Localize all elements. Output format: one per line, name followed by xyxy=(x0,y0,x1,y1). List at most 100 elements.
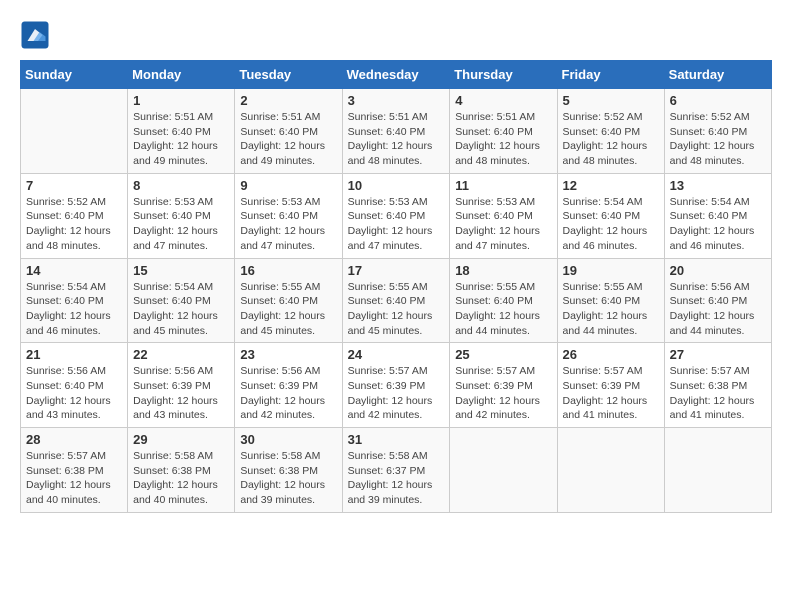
calendar-table: SundayMondayTuesdayWednesdayThursdayFrid… xyxy=(20,60,772,513)
day-info: Sunrise: 5:56 AM Sunset: 6:39 PM Dayligh… xyxy=(240,364,336,423)
day-number: 1 xyxy=(133,93,229,108)
page-header xyxy=(20,20,772,50)
calendar-day-cell: 14 Sunrise: 5:54 AM Sunset: 6:40 PM Dayli… xyxy=(21,258,128,343)
day-info: Sunrise: 5:56 AM Sunset: 6:40 PM Dayligh… xyxy=(26,364,122,423)
day-number: 30 xyxy=(240,432,336,447)
day-info: Sunrise: 5:55 AM Sunset: 6:40 PM Dayligh… xyxy=(455,280,551,339)
day-info: Sunrise: 5:51 AM Sunset: 6:40 PM Dayligh… xyxy=(133,110,229,169)
day-info: Sunrise: 5:52 AM Sunset: 6:40 PM Dayligh… xyxy=(670,110,766,169)
day-number: 2 xyxy=(240,93,336,108)
day-info: Sunrise: 5:53 AM Sunset: 6:40 PM Dayligh… xyxy=(348,195,445,254)
day-info: Sunrise: 5:53 AM Sunset: 6:40 PM Dayligh… xyxy=(240,195,336,254)
day-info: Sunrise: 5:51 AM Sunset: 6:40 PM Dayligh… xyxy=(455,110,551,169)
day-info: Sunrise: 5:53 AM Sunset: 6:40 PM Dayligh… xyxy=(133,195,229,254)
day-number: 8 xyxy=(133,178,229,193)
day-number: 10 xyxy=(348,178,445,193)
calendar-day-cell: 13 Sunrise: 5:54 AM Sunset: 6:40 PM Dayli… xyxy=(664,173,771,258)
calendar-day-cell: 20 Sunrise: 5:56 AM Sunset: 6:40 PM Dayli… xyxy=(664,258,771,343)
day-info: Sunrise: 5:56 AM Sunset: 6:40 PM Dayligh… xyxy=(670,280,766,339)
logo xyxy=(20,20,54,50)
day-number: 26 xyxy=(563,347,659,362)
day-number: 19 xyxy=(563,263,659,278)
calendar-day-cell: 5 Sunrise: 5:52 AM Sunset: 6:40 PM Daylig… xyxy=(557,89,664,174)
calendar-day-cell: 11 Sunrise: 5:53 AM Sunset: 6:40 PM Dayli… xyxy=(450,173,557,258)
day-info: Sunrise: 5:54 AM Sunset: 6:40 PM Dayligh… xyxy=(26,280,122,339)
calendar-day-cell: 1 Sunrise: 5:51 AM Sunset: 6:40 PM Daylig… xyxy=(128,89,235,174)
calendar-day-cell: 21 Sunrise: 5:56 AM Sunset: 6:40 PM Dayli… xyxy=(21,343,128,428)
calendar-day-cell: 15 Sunrise: 5:54 AM Sunset: 6:40 PM Dayli… xyxy=(128,258,235,343)
weekday-header-cell: Wednesday xyxy=(342,61,450,89)
calendar-day-cell: 3 Sunrise: 5:51 AM Sunset: 6:40 PM Daylig… xyxy=(342,89,450,174)
day-number: 3 xyxy=(348,93,445,108)
calendar-day-cell xyxy=(21,89,128,174)
day-number: 24 xyxy=(348,347,445,362)
calendar-day-cell xyxy=(450,428,557,513)
calendar-day-cell: 18 Sunrise: 5:55 AM Sunset: 6:40 PM Dayli… xyxy=(450,258,557,343)
day-number: 7 xyxy=(26,178,122,193)
calendar-day-cell: 8 Sunrise: 5:53 AM Sunset: 6:40 PM Daylig… xyxy=(128,173,235,258)
day-number: 29 xyxy=(133,432,229,447)
day-info: Sunrise: 5:51 AM Sunset: 6:40 PM Dayligh… xyxy=(348,110,445,169)
calendar-body: 1 Sunrise: 5:51 AM Sunset: 6:40 PM Daylig… xyxy=(21,89,772,513)
calendar-week-row: 21 Sunrise: 5:56 AM Sunset: 6:40 PM Dayli… xyxy=(21,343,772,428)
day-number: 5 xyxy=(563,93,659,108)
calendar-day-cell: 30Sunrise: 5:58 AM Sunset: 6:38 PM Dayli… xyxy=(235,428,342,513)
weekday-header-cell: Tuesday xyxy=(235,61,342,89)
day-number: 17 xyxy=(348,263,445,278)
day-info: Sunrise: 5:54 AM Sunset: 6:40 PM Dayligh… xyxy=(133,280,229,339)
logo-icon xyxy=(20,20,50,50)
day-number: 16 xyxy=(240,263,336,278)
calendar-day-cell: 6 Sunrise: 5:52 AM Sunset: 6:40 PM Daylig… xyxy=(664,89,771,174)
day-info: Sunrise: 5:58 AM Sunset: 6:37 PM Dayligh… xyxy=(348,449,445,508)
day-info: Sunrise: 5:54 AM Sunset: 6:40 PM Dayligh… xyxy=(563,195,659,254)
calendar-day-cell: 9 Sunrise: 5:53 AM Sunset: 6:40 PM Daylig… xyxy=(235,173,342,258)
calendar-day-cell: 22 Sunrise: 5:56 AM Sunset: 6:39 PM Dayli… xyxy=(128,343,235,428)
calendar-day-cell: 24Sunrise: 5:57 AM Sunset: 6:39 PM Dayli… xyxy=(342,343,450,428)
day-number: 20 xyxy=(670,263,766,278)
day-info: Sunrise: 5:57 AM Sunset: 6:39 PM Dayligh… xyxy=(563,364,659,423)
calendar-week-row: 14 Sunrise: 5:54 AM Sunset: 6:40 PM Dayli… xyxy=(21,258,772,343)
day-number: 11 xyxy=(455,178,551,193)
day-number: 22 xyxy=(133,347,229,362)
calendar-day-cell: 7 Sunrise: 5:52 AM Sunset: 6:40 PM Daylig… xyxy=(21,173,128,258)
day-info: Sunrise: 5:52 AM Sunset: 6:40 PM Dayligh… xyxy=(26,195,122,254)
day-info: Sunrise: 5:52 AM Sunset: 6:40 PM Dayligh… xyxy=(563,110,659,169)
day-info: Sunrise: 5:57 AM Sunset: 6:39 PM Dayligh… xyxy=(455,364,551,423)
calendar-day-cell: 17 Sunrise: 5:55 AM Sunset: 6:40 PM Dayli… xyxy=(342,258,450,343)
calendar-day-cell xyxy=(557,428,664,513)
calendar-day-cell: 2Sunrise: 5:51 AM Sunset: 6:40 PM Daylig… xyxy=(235,89,342,174)
calendar-day-cell: 29Sunrise: 5:58 AM Sunset: 6:38 PM Dayli… xyxy=(128,428,235,513)
day-number: 21 xyxy=(26,347,122,362)
day-number: 18 xyxy=(455,263,551,278)
day-number: 13 xyxy=(670,178,766,193)
day-number: 6 xyxy=(670,93,766,108)
calendar-day-cell: 4Sunrise: 5:51 AM Sunset: 6:40 PM Daylig… xyxy=(450,89,557,174)
calendar-header: SundayMondayTuesdayWednesdayThursdayFrid… xyxy=(21,61,772,89)
day-info: Sunrise: 5:55 AM Sunset: 6:40 PM Dayligh… xyxy=(348,280,445,339)
calendar-day-cell: 28 Sunrise: 5:57 AM Sunset: 6:38 PM Dayli… xyxy=(21,428,128,513)
day-number: 28 xyxy=(26,432,122,447)
calendar-day-cell xyxy=(664,428,771,513)
weekday-header-cell: Sunday xyxy=(21,61,128,89)
calendar-day-cell: 19Sunrise: 5:55 AM Sunset: 6:40 PM Dayli… xyxy=(557,258,664,343)
calendar-week-row: 7 Sunrise: 5:52 AM Sunset: 6:40 PM Daylig… xyxy=(21,173,772,258)
day-number: 14 xyxy=(26,263,122,278)
calendar-day-cell: 23 Sunrise: 5:56 AM Sunset: 6:39 PM Dayli… xyxy=(235,343,342,428)
calendar-day-cell: 10 Sunrise: 5:53 AM Sunset: 6:40 PM Dayli… xyxy=(342,173,450,258)
day-number: 9 xyxy=(240,178,336,193)
calendar-week-row: 1 Sunrise: 5:51 AM Sunset: 6:40 PM Daylig… xyxy=(21,89,772,174)
day-info: Sunrise: 5:54 AM Sunset: 6:40 PM Dayligh… xyxy=(670,195,766,254)
day-number: 15 xyxy=(133,263,229,278)
day-info: Sunrise: 5:57 AM Sunset: 6:38 PM Dayligh… xyxy=(670,364,766,423)
day-info: Sunrise: 5:56 AM Sunset: 6:39 PM Dayligh… xyxy=(133,364,229,423)
day-info: Sunrise: 5:53 AM Sunset: 6:40 PM Dayligh… xyxy=(455,195,551,254)
day-number: 23 xyxy=(240,347,336,362)
calendar-day-cell: 27Sunrise: 5:57 AM Sunset: 6:38 PM Dayli… xyxy=(664,343,771,428)
calendar-day-cell: 25 Sunrise: 5:57 AM Sunset: 6:39 PM Dayli… xyxy=(450,343,557,428)
calendar-day-cell: 16 Sunrise: 5:55 AM Sunset: 6:40 PM Dayli… xyxy=(235,258,342,343)
day-number: 25 xyxy=(455,347,551,362)
day-info: Sunrise: 5:55 AM Sunset: 6:40 PM Dayligh… xyxy=(240,280,336,339)
calendar-day-cell: 26 Sunrise: 5:57 AM Sunset: 6:39 PM Dayli… xyxy=(557,343,664,428)
calendar-day-cell: 31Sunrise: 5:58 AM Sunset: 6:37 PM Dayli… xyxy=(342,428,450,513)
day-info: Sunrise: 5:57 AM Sunset: 6:38 PM Dayligh… xyxy=(26,449,122,508)
